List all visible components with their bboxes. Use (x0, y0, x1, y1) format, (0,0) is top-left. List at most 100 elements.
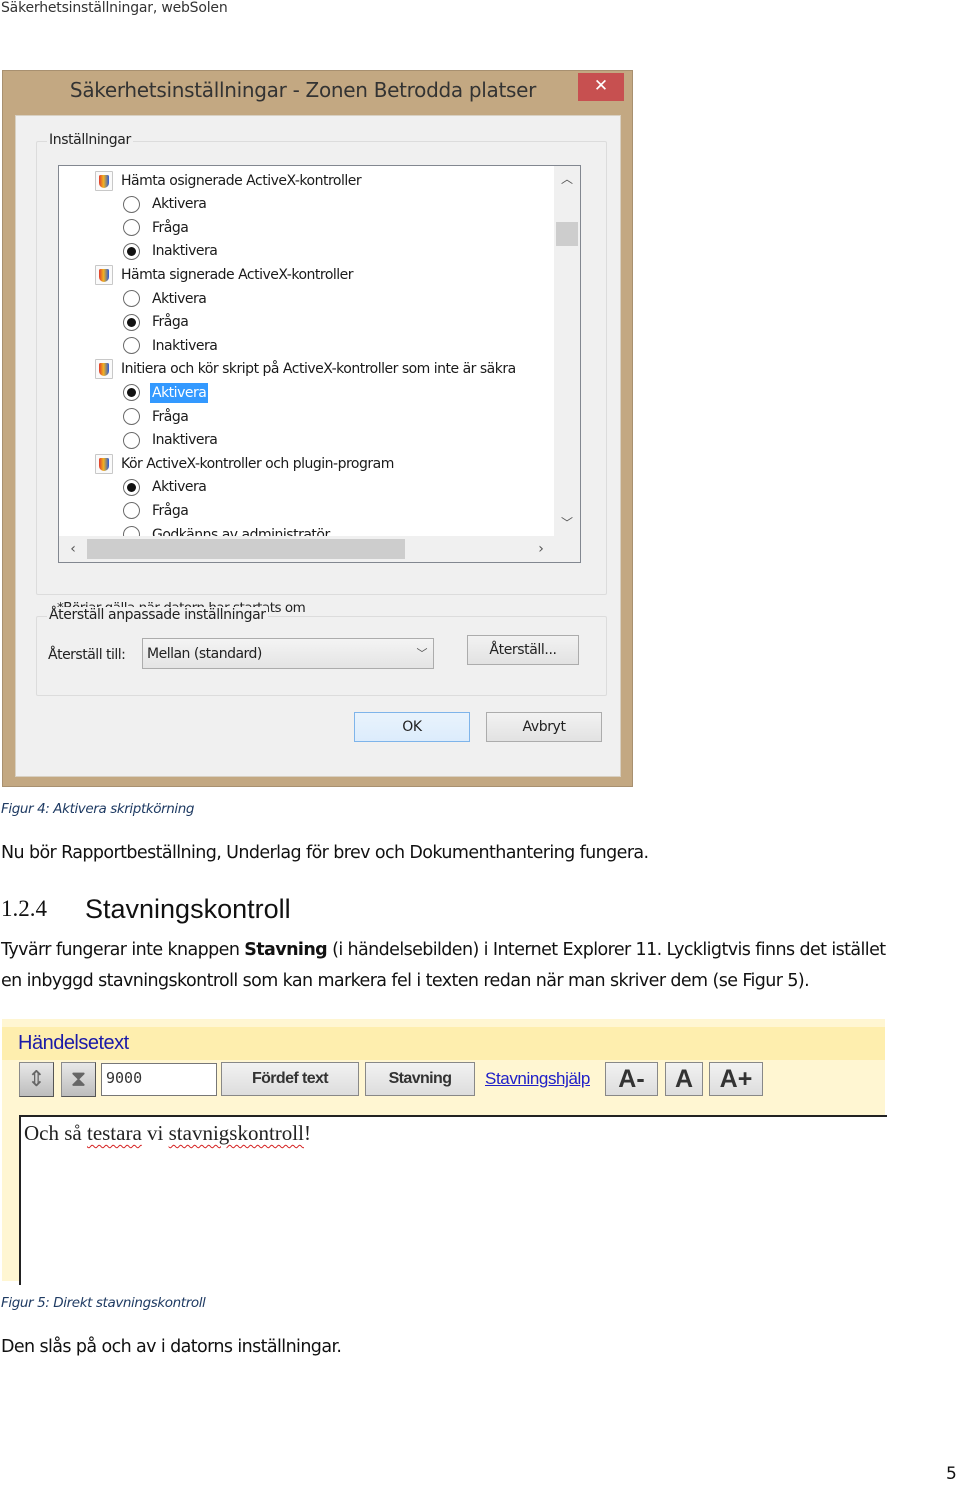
radio-unchecked-icon[interactable] (123, 290, 140, 307)
reset-group-label: Återställ anpassade inställningar (47, 607, 268, 623)
security-shield-icon (95, 264, 113, 285)
setting-option-label: Aktivera (150, 382, 209, 403)
dialog-client: Inställningar Hämta osignerade ActiveX-k… (15, 115, 621, 777)
setting-option-label: Inaktivera (152, 337, 218, 354)
setting-heading: Kör ActiveX-kontroller och plugin-progra… (95, 452, 394, 475)
reset-groupbox: Återställ anpassade inställningar Återst… (36, 607, 607, 696)
settings-list-content: Hämta osignerade ActiveX-kontroller Aktiv… (59, 166, 554, 536)
chevron-down-icon: ﹀ (416, 647, 428, 660)
setting-option[interactable]: Aktivera (123, 476, 208, 499)
setting-heading-label: Initiera och kör skript på ActiveX-kontr… (121, 361, 516, 378)
scroll-right-icon[interactable]: › (529, 536, 553, 562)
setting-option[interactable]: Fråga (123, 405, 190, 428)
expand-button[interactable]: ⇕ (19, 1062, 54, 1097)
security-shield-icon (95, 359, 113, 380)
reset-button[interactable]: Återställ... (467, 635, 579, 665)
setting-option-label: Fråga (152, 219, 189, 236)
scroll-left-icon[interactable]: ‹ (61, 536, 85, 562)
vertical-scrollbar[interactable]: ︿ ﹀ (554, 166, 580, 536)
setting-heading-label: Hämta osignerade ActiveX-kontroller (121, 172, 362, 189)
predefined-text-button[interactable]: Fördef text (221, 1062, 359, 1096)
collapse-button[interactable]: ⧗ (61, 1062, 96, 1097)
spelling-help-link[interactable]: Stavningshjälp (485, 1069, 590, 1089)
close-button[interactable]: ✕ (578, 73, 624, 101)
setting-option[interactable]: Inaktivera (123, 429, 219, 452)
setting-option-label: Aktivera (152, 196, 207, 213)
setting-option[interactable]: Aktivera (123, 381, 209, 404)
setting-heading-label: Hämta signerade ActiveX-kontroller (121, 266, 354, 283)
scroll-up-icon[interactable]: ︿ (554, 168, 580, 190)
radio-unchecked-icon[interactable] (123, 502, 140, 520)
radio-unchecked-icon[interactable] (123, 526, 140, 536)
setting-option-label: Inaktivera (152, 432, 218, 449)
section-title: Stavningskontroll (85, 894, 291, 924)
radio-unchecked-icon[interactable] (123, 337, 140, 355)
setting-option[interactable]: Fråga (123, 499, 190, 522)
event-text-header (2, 1027, 885, 1060)
settings-groupbox: Inställningar Hämta osignerade ActiveX-k… (36, 132, 607, 616)
radio-checked-icon[interactable] (123, 478, 140, 496)
setting-option[interactable]: Fråga (123, 311, 190, 334)
reset-to-label: Återställ till: (48, 647, 126, 663)
paragraph-2-text: Tyvärr fungerar inte knappen (1, 940, 245, 960)
settings-group-label: Inställningar (47, 132, 133, 148)
setting-option-label: Aktivera (152, 290, 207, 307)
setting-option-label: Fråga (152, 502, 189, 519)
security-shield-icon (95, 453, 113, 474)
running-head: Säkerhetsinställningar, webSolen (1, 0, 228, 16)
expand-arrows-icon: ⇕ (27, 1067, 46, 1092)
paragraph-3: Den slås på och av i datorns inställning… (1, 1337, 342, 1357)
misspelled-word[interactable]: testara (87, 1121, 142, 1145)
setting-option-label: Fråga (152, 314, 189, 331)
setting-option[interactable]: Fråga (123, 216, 190, 239)
dialog-title: Säkerhetsinställningar - Zonen Betrodda … (69, 78, 537, 102)
setting-option[interactable]: Aktivera (123, 287, 208, 310)
horizontal-scroll-thumb[interactable] (87, 539, 405, 559)
paragraph-2-line-2: en inbyggd stavningskontroll som kan mar… (1, 971, 810, 991)
radio-unchecked-icon[interactable] (123, 219, 140, 237)
scroll-down-icon[interactable]: ﹀ (554, 512, 580, 534)
spelling-button[interactable]: Stavning (365, 1062, 475, 1096)
paragraph-1: Nu bör Rapportbeställning, Underlag för … (1, 843, 649, 863)
setting-option[interactable]: Inaktivera (123, 334, 219, 357)
editor-content: Och så testara vi stavnigskontroll! (24, 1121, 311, 1146)
editor-word: vi (141, 1121, 169, 1145)
horizontal-scrollbar[interactable]: ‹ › (59, 536, 580, 562)
font-normal-button[interactable]: A (665, 1062, 703, 1096)
font-smaller-button[interactable]: A- (605, 1062, 658, 1096)
vertical-scroll-thumb[interactable] (556, 222, 578, 246)
radio-checked-icon[interactable] (123, 313, 140, 331)
reset-level-select[interactable]: Mellan (standard) ﹀ (142, 638, 434, 669)
radio-unchecked-icon[interactable] (123, 408, 140, 425)
font-larger-button[interactable]: A+ (709, 1062, 763, 1096)
settings-list[interactable]: Hämta osignerade ActiveX-kontroller Aktiv… (58, 165, 581, 563)
setting-option-label: Godkänns av administratör (152, 526, 330, 537)
setting-option-label: Inaktivera (152, 243, 218, 260)
radio-unchecked-icon[interactable] (123, 431, 140, 449)
figure-4-caption: Figur 4: Aktivera skriptkörning (1, 801, 195, 817)
setting-option[interactable]: Godkänns av administratör (123, 523, 332, 536)
ok-button[interactable]: OK (354, 712, 470, 742)
setting-option-label: Aktivera (152, 479, 207, 496)
misspelled-word[interactable]: stavnigskontroll (169, 1121, 304, 1145)
paragraph-2-bold: Stavning (244, 940, 328, 960)
event-text-title: Händelsetext (18, 1032, 129, 1054)
paragraph-2-text: (i händelsebilden) i Internet Explorer 1… (327, 940, 886, 960)
setting-option-label: Fråga (152, 408, 189, 425)
reset-level-value: Mellan (standard) (147, 645, 262, 662)
cancel-button[interactable]: Avbryt (486, 712, 602, 742)
setting-option[interactable]: Inaktivera (123, 240, 219, 263)
section-number: 1.2.4 (1, 896, 47, 921)
radio-unchecked-icon[interactable] (123, 195, 140, 213)
editor-word: Och så (24, 1121, 87, 1145)
char-limit-input[interactable]: 9000 (101, 1063, 217, 1096)
editor-word: ! (303, 1121, 311, 1145)
event-text-editor[interactable]: Och så testara vi stavnigskontroll! (19, 1115, 887, 1285)
security-shield-icon (95, 170, 113, 191)
setting-option[interactable]: Aktivera (123, 193, 208, 216)
radio-checked-icon[interactable] (123, 384, 140, 402)
figure-5-caption: Figur 5: Direkt stavningskontroll (1, 1295, 206, 1311)
collapse-arrows-icon: ⧗ (70, 1067, 87, 1092)
radio-checked-icon[interactable] (123, 242, 140, 260)
setting-heading: Initiera och kör skript på ActiveX-kontr… (95, 358, 516, 381)
